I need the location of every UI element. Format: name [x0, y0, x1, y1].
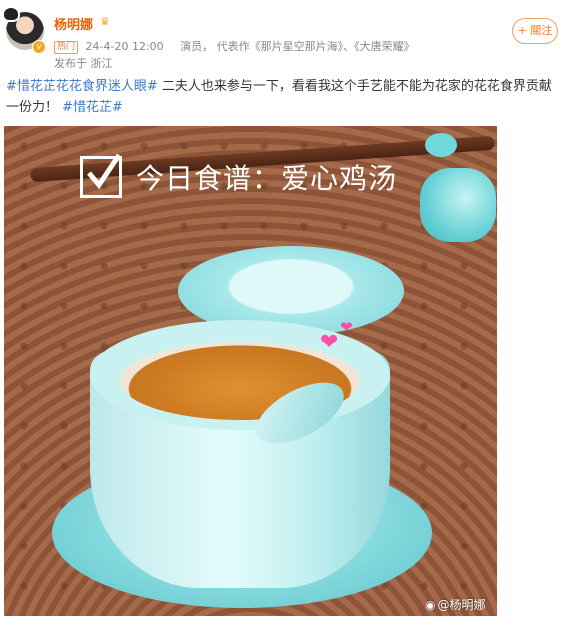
author-works: 代表作《那片星空那片海》、《大唐荣耀》	[216, 40, 415, 53]
overlay-title: 今日食谱：爱心鸡汤	[136, 162, 398, 195]
chopstick-rest-base	[420, 168, 496, 242]
author-role: 演员	[180, 40, 203, 53]
crown-icon: ♛	[100, 15, 110, 28]
hashtag-link[interactable]: #惜花芷#	[62, 100, 123, 115]
post-date[interactable]: 24-4-20 12:00	[86, 40, 164, 53]
post-text: #惜花芷花花食界迷人眼# 二夫人也来参与一下，看看我这个手艺能不能为花家的花花食…	[6, 76, 561, 118]
post-header: v 杨明娜 ♛ 热门 24-4-20 12:00 演员， 代表作《那片星空那片海…	[0, 0, 570, 70]
v-badge-icon: v	[32, 40, 46, 54]
weibo-logo-icon: ◉	[425, 598, 436, 612]
post-location: 发布于 浙江	[54, 57, 113, 70]
watermark: ◉ @杨明娜	[425, 596, 486, 613]
hashtag-link[interactable]: #惜花芷花花食界迷人眼#	[6, 79, 158, 94]
follow-button[interactable]: + 關注	[512, 18, 558, 44]
post-meta: 热门 24-4-20 12:00 演员， 代表作《那片星空那片海》、《大唐荣耀》	[54, 38, 415, 54]
chopstick-rest	[425, 133, 457, 157]
hot-badge: 热门	[54, 41, 79, 54]
heart-icon: ❤	[320, 330, 339, 355]
watermark-text: @杨明娜	[437, 598, 486, 612]
checkbox-icon	[80, 153, 122, 198]
author-name[interactable]: 杨明娜	[54, 14, 93, 33]
heart-icon: ❤	[340, 318, 353, 336]
decoration-icon	[2, 6, 20, 22]
